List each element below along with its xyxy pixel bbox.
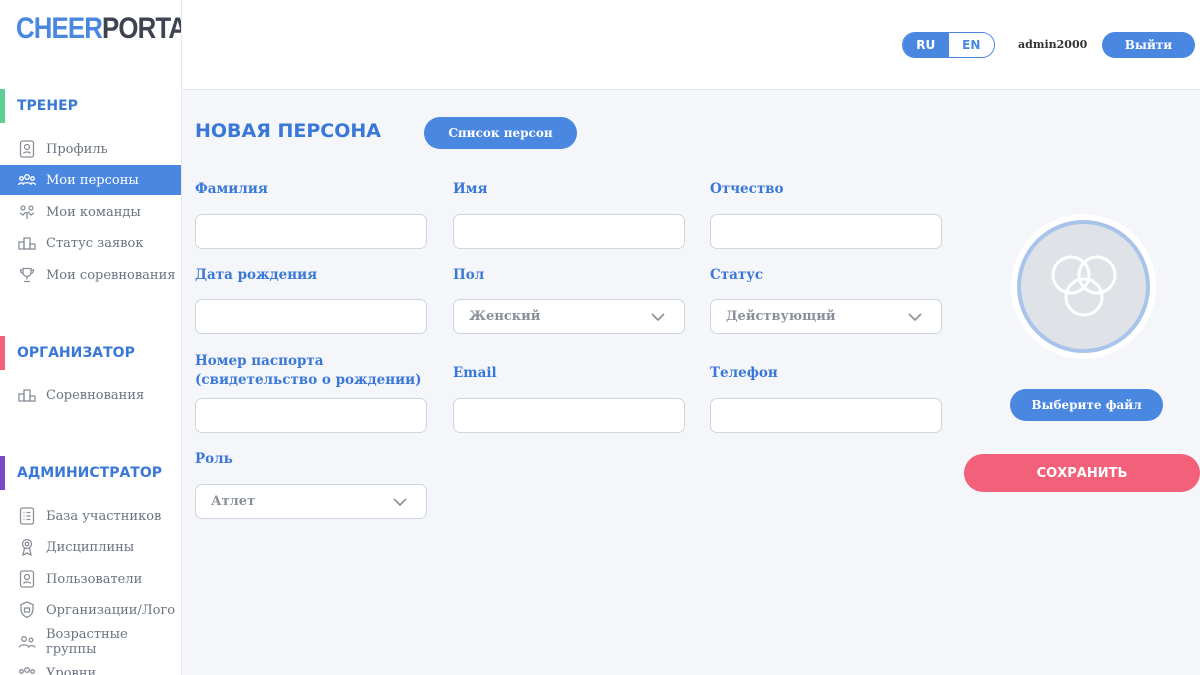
podium-icon (18, 234, 36, 252)
section-title-organizer: ОРГАНИЗАТОР (0, 336, 181, 370)
people-icon (18, 171, 36, 189)
sidebar-item-label: Дисциплины (46, 539, 135, 555)
logo-part-cheer: CHEER (16, 12, 103, 45)
phone-label: Телефон (710, 365, 778, 381)
role-label: Роль (195, 451, 233, 467)
passport-label-line1: Номер паспорта (195, 353, 324, 369)
logo-part-portal: PORTAL (102, 12, 181, 45)
sidebar-item-age-groups[interactable]: Возрастные группы (0, 627, 181, 657)
top-header: RU EN admin2000 Выйти (182, 0, 1200, 90)
email-label: Email (453, 365, 497, 381)
app-logo[interactable]: CHEERPORTAL (16, 12, 181, 46)
sidebar-item-application-status[interactable]: Статус заявок (0, 228, 181, 258)
choose-file-button[interactable]: Выберите файл (1010, 389, 1163, 421)
middle-name-label: Отчество (710, 181, 784, 197)
section-title-label: ТРЕНЕР (17, 98, 78, 114)
podium-icon (18, 386, 36, 404)
passport-label-line2: (свидетельство о рождении) (195, 372, 422, 388)
sidebar-item-participants-db[interactable]: База участников (0, 501, 181, 531)
shield-icon (18, 601, 36, 619)
status-select[interactable]: Действующий (710, 299, 942, 334)
sidebar-item-label: Мои персоны (46, 172, 139, 188)
medal-icon (18, 538, 36, 556)
logout-button[interactable]: Выйти (1102, 32, 1195, 58)
sidebar: CHEERPORTAL ТРЕНЕР Профиль Мои персоны М… (0, 0, 182, 675)
last-name-label: Фамилия (195, 181, 268, 197)
sidebar-item-users[interactable]: Пользователи (0, 564, 181, 594)
section-title-admin: АДМИНИСТРАТОР (0, 456, 181, 490)
section-title-trainer: ТРЕНЕР (0, 89, 181, 123)
save-button[interactable]: СОХРАНИТЬ (964, 454, 1200, 492)
sidebar-item-label: Возрастные группы (46, 627, 128, 657)
section-bar-trainer (0, 89, 5, 123)
chevron-down-icon (651, 313, 665, 322)
first-name-input[interactable] (453, 214, 685, 249)
people-icon (18, 664, 36, 675)
middle-name-input[interactable] (710, 214, 942, 249)
birth-date-label: Дата рождения (195, 267, 318, 283)
gender-label: Пол (453, 267, 485, 283)
gender-select[interactable]: Женский (453, 299, 685, 334)
badge-icon (18, 140, 36, 158)
chevron-down-icon (908, 313, 922, 322)
section-title-label: АДМИНИСТРАТОР (17, 465, 163, 481)
person-list-button[interactable]: Список персон (424, 117, 577, 149)
sidebar-item-my-teams[interactable]: Мои команды (0, 197, 181, 227)
badge-icon (18, 570, 36, 588)
last-name-input[interactable] (195, 214, 427, 249)
language-switcher: RU EN (902, 32, 995, 58)
sidebar-item-my-persons[interactable]: Мои персоны (0, 165, 181, 195)
list-icon (18, 507, 36, 525)
section-bar-organizer (0, 336, 5, 370)
status-label: Статус (710, 267, 764, 283)
trophy-icon (18, 266, 36, 284)
section-bar-admin (0, 456, 5, 490)
rings-logo-icon (1051, 255, 1116, 316)
avatar-placeholder (1017, 220, 1150, 353)
lang-ru-button[interactable]: RU (903, 33, 949, 57)
sidebar-item-label: База участников (46, 508, 162, 524)
passport-label: Номер паспорта (свидетельство о рождении… (195, 352, 422, 390)
section-title-label: ОРГАНИЗАТОР (17, 345, 135, 361)
chevron-down-icon (393, 498, 407, 507)
sidebar-item-organizations-logo[interactable]: Организации/Лого (0, 595, 181, 625)
status-select-value: Действующий (726, 309, 836, 324)
sidebar-item-label: Мои соревнования (46, 267, 176, 283)
lang-en-button[interactable]: EN (948, 33, 994, 57)
phone-input[interactable] (710, 398, 942, 433)
email-input[interactable] (453, 398, 685, 433)
sidebar-item-label: Статус заявок (46, 235, 144, 251)
role-select-value: Атлет (211, 494, 256, 509)
sidebar-item-profile[interactable]: Профиль (0, 134, 181, 164)
sidebar-item-competitions[interactable]: Соревнования (0, 380, 181, 410)
birth-date-input[interactable] (195, 299, 427, 334)
sidebar-item-label: Пользователи (46, 571, 143, 587)
sidebar-item-my-competitions[interactable]: Мои соревнования (0, 260, 181, 290)
sidebar-item-label: Мои команды (46, 204, 141, 220)
sidebar-item-label: Соревнования (46, 387, 145, 403)
sidebar-item-levels[interactable]: Уровни (0, 658, 181, 675)
sidebar-item-disciplines[interactable]: Дисциплины (0, 532, 181, 562)
role-select[interactable]: Атлет (195, 484, 427, 519)
first-name-label: Имя (453, 181, 488, 197)
team-icon (18, 203, 36, 221)
page-title: НОВАЯ ПЕРСОНА (195, 120, 381, 142)
username-label: admin2000 (1018, 38, 1088, 51)
group-icon (18, 633, 36, 651)
sidebar-item-label: Уровни (46, 665, 97, 675)
gender-select-value: Женский (469, 309, 541, 324)
sidebar-item-label: Организации/Лого (46, 602, 176, 618)
passport-input[interactable] (195, 398, 427, 433)
sidebar-item-label: Профиль (46, 141, 108, 157)
